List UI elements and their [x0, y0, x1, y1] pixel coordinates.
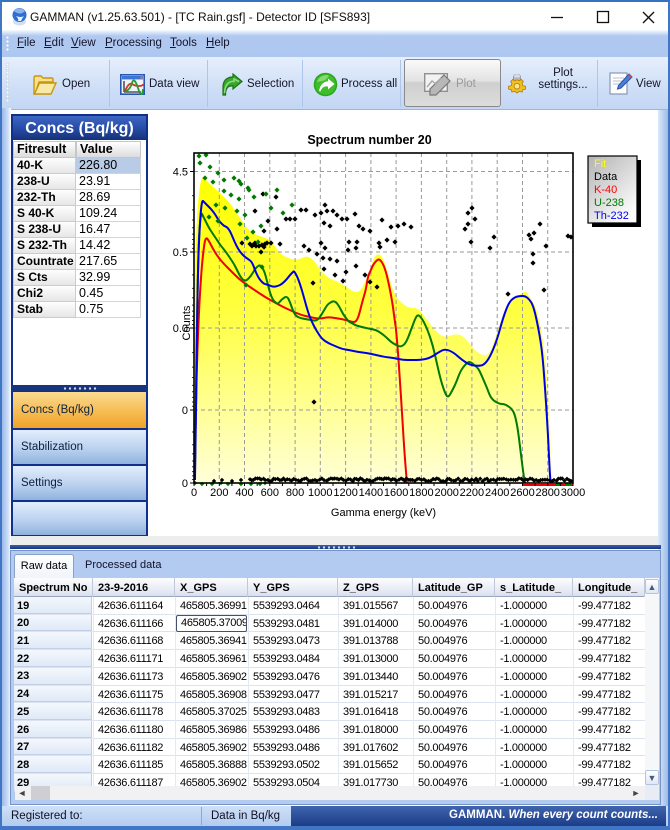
svg-text:Gamma energy (keV): Gamma energy (keV): [331, 507, 436, 519]
svg-text:400: 400: [235, 487, 253, 499]
svg-text:200: 200: [210, 487, 228, 499]
svg-text:3000: 3000: [561, 487, 585, 499]
svg-text:1800: 1800: [409, 487, 433, 499]
svg-text:0: 0: [182, 405, 188, 417]
svg-text:1400: 1400: [359, 487, 383, 499]
svg-text:U-238: U-238: [594, 197, 624, 209]
svg-text:2600: 2600: [510, 487, 534, 499]
svg-text:Fit: Fit: [594, 158, 606, 170]
svg-text:2400: 2400: [485, 487, 509, 499]
svg-text:Data: Data: [594, 171, 618, 183]
svg-text:600: 600: [261, 487, 279, 499]
svg-text:Spectrum number 20: Spectrum number 20: [307, 133, 431, 147]
svg-text:0.5: 0.5: [173, 247, 188, 259]
svg-text:0: 0: [182, 478, 188, 490]
svg-text:4.5: 4.5: [173, 167, 188, 179]
svg-text:Th-232: Th-232: [594, 210, 629, 222]
svg-text:1000: 1000: [308, 487, 332, 499]
svg-text:2200: 2200: [460, 487, 484, 499]
svg-text:K-40: K-40: [594, 184, 617, 196]
svg-text:2000: 2000: [434, 487, 458, 499]
svg-text:800: 800: [286, 487, 304, 499]
svg-text:0: 0: [191, 487, 197, 499]
svg-text:1200: 1200: [333, 487, 357, 499]
svg-text:Counts: Counts: [181, 305, 193, 340]
svg-text:2800: 2800: [535, 487, 559, 499]
svg-text:1600: 1600: [384, 487, 408, 499]
